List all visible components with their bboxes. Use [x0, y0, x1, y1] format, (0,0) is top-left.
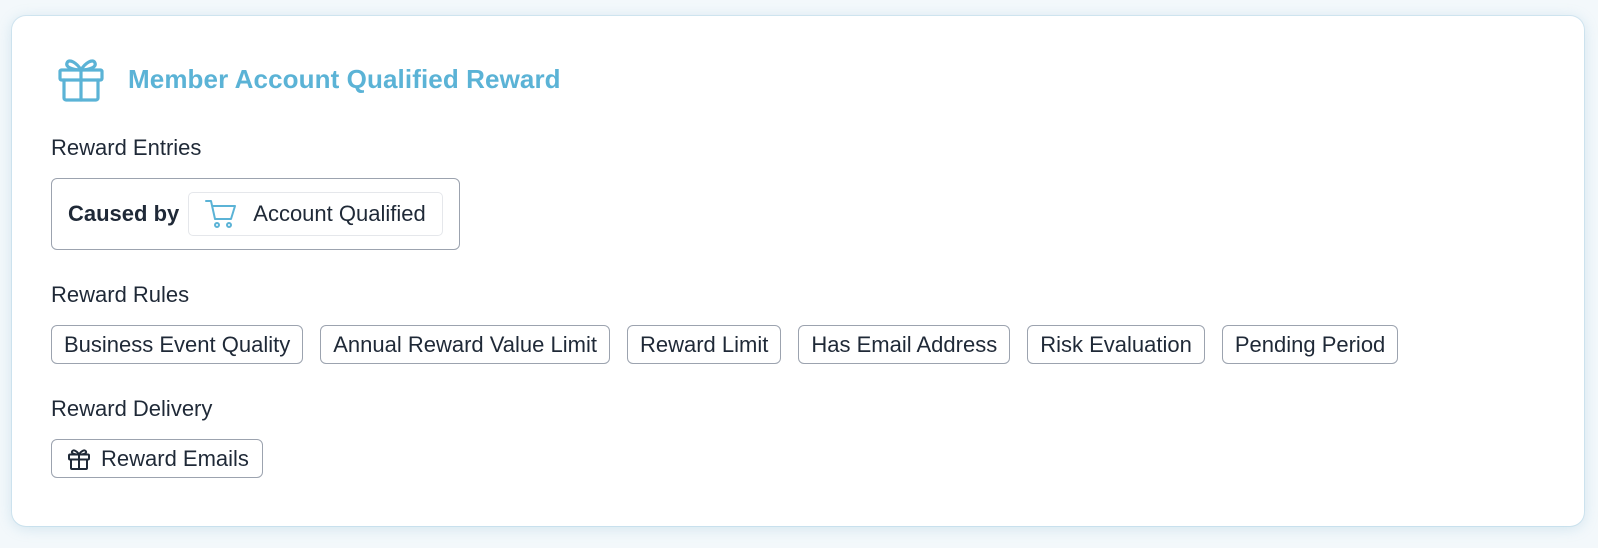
reward-entries-label: Reward Entries — [51, 135, 202, 160]
rule-chip-pending-period[interactable]: Pending Period — [1221, 325, 1399, 364]
reward-entries-box: Caused by Account Qualified — [51, 178, 460, 250]
reward-card: Member Account Qualified Reward Reward E… — [12, 16, 1584, 526]
gift-icon — [58, 59, 104, 102]
caused-by-label: Caused by — [68, 201, 180, 226]
reward-delivery-label: Reward Delivery — [51, 396, 213, 421]
card-header: Member Account Qualified Reward — [56, 54, 561, 104]
delivery-chip-label: Reward Emails — [101, 445, 249, 471]
event-chip-label: Account Qualified — [253, 201, 426, 226]
rule-chip-reward-limit[interactable]: Reward Limit — [626, 325, 782, 364]
rule-chip-business-event-quality[interactable]: Business Event Quality — [51, 325, 304, 364]
cart-icon — [205, 200, 237, 228]
rule-chip-has-email-address[interactable]: Has Email Address — [798, 325, 1011, 364]
rule-chip-risk-evaluation[interactable]: Risk Evaluation — [1027, 325, 1205, 364]
rule-chip-annual-reward-value-limit[interactable]: Annual Reward Value Limit — [320, 325, 610, 364]
reward-rules-list: Business Event Quality Annual Reward Val… — [51, 325, 1399, 364]
card-title: Member Account Qualified Reward — [128, 63, 561, 94]
gift-icon — [68, 448, 90, 470]
delivery-chip-reward-emails[interactable]: Reward Emails — [51, 439, 263, 478]
reward-rules-label: Reward Rules — [51, 282, 190, 307]
event-chip-account-qualified[interactable]: Account Qualified — [188, 192, 443, 236]
